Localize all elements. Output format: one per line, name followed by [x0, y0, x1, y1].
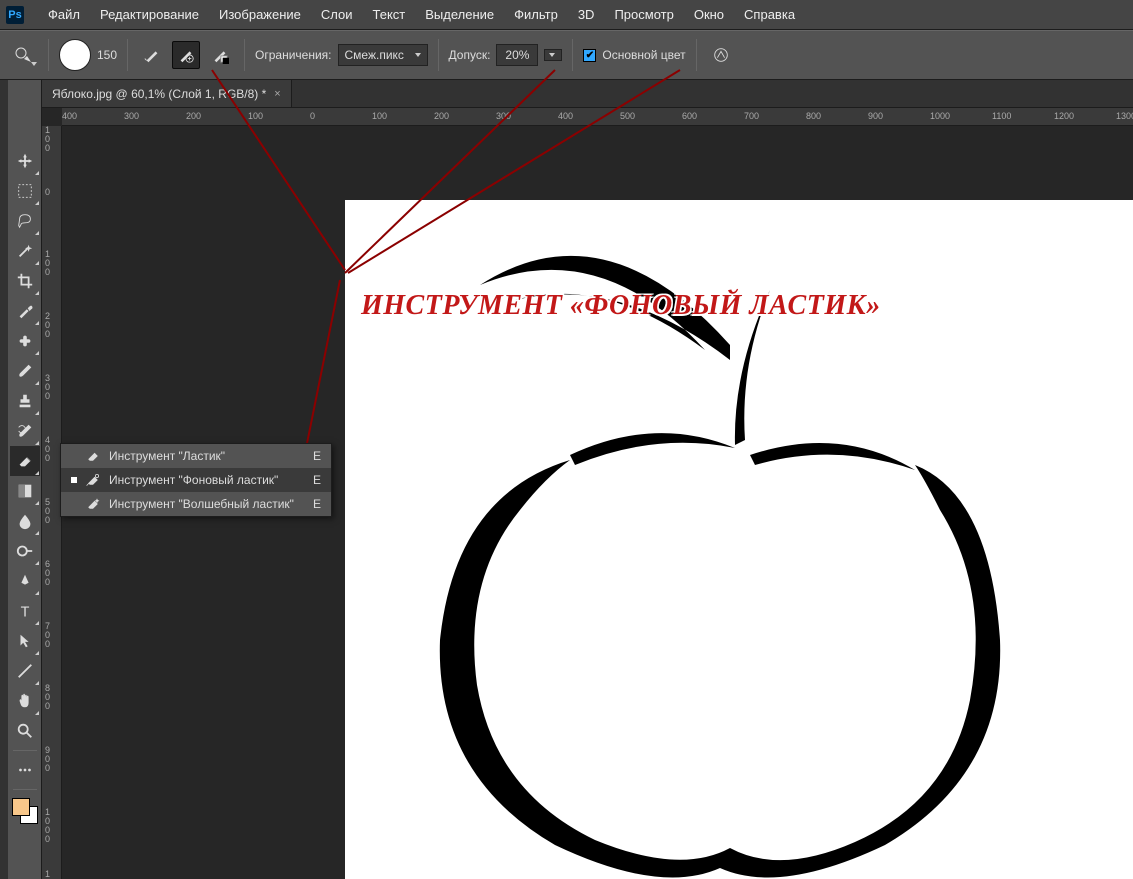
brush-preview[interactable] [59, 39, 91, 71]
menu-view[interactable]: Просмотр [604, 3, 683, 26]
sample-swatch-icon[interactable] [206, 41, 234, 69]
tab-bar: Яблоко.jpg @ 60,1% (Слой 1, RGB/8) * × [42, 80, 1133, 108]
marquee-tool[interactable] [10, 176, 40, 206]
menu-image[interactable]: Изображение [209, 3, 311, 26]
move-tool[interactable] [10, 146, 40, 176]
protect-fg-label: Основной цвет [602, 48, 685, 62]
brush-tool[interactable] [10, 356, 40, 386]
limits-label: Ограничения: [255, 48, 331, 62]
tool-preset-picker[interactable] [8, 40, 38, 70]
tab-title: Яблоко.jpg @ 60,1% (Слой 1, RGB/8) * [52, 87, 266, 101]
zoom-tool[interactable] [10, 716, 40, 746]
document-tab[interactable]: Яблоко.jpg @ 60,1% (Слой 1, RGB/8) * × [42, 80, 292, 107]
crop-tool[interactable] [10, 266, 40, 296]
pen-tool[interactable] [10, 566, 40, 596]
ruler-vertical: 1 0 001 0 02 0 03 0 04 0 05 0 06 0 07 0 … [42, 126, 62, 879]
menu-file[interactable]: Файл [38, 3, 90, 26]
app-logo: Ps [6, 6, 24, 24]
edit-toolbar[interactable] [10, 755, 40, 785]
eraser-flyout-menu: Инструмент "Ластик" E Инструмент "Фоновы… [60, 443, 332, 517]
eyedropper-tool[interactable] [10, 296, 40, 326]
menu-select[interactable]: Выделение [415, 3, 504, 26]
lasso-tool[interactable] [10, 206, 40, 236]
flyout-magic-eraser[interactable]: Инструмент "Волшебный ластик" E [61, 492, 331, 516]
tolerance-input[interactable]: 20% [496, 44, 538, 66]
flyout-eraser[interactable]: Инструмент "Ластик" E [61, 444, 331, 468]
blur-tool[interactable] [10, 506, 40, 536]
hand-tool[interactable] [10, 686, 40, 716]
limits-select[interactable]: Смеж.пикс [338, 44, 428, 66]
dodge-tool[interactable] [10, 536, 40, 566]
ruler-horizontal: 4003002001000100200300400500600700800900… [62, 108, 1133, 126]
magic-wand-tool[interactable] [10, 236, 40, 266]
menu-help[interactable]: Справка [734, 3, 805, 26]
annotation-text: ИНСТРУМЕНТ «ФОНОВЫЙ ЛАСТИК» [361, 290, 881, 322]
menu-3d[interactable]: 3D [568, 3, 605, 26]
menu-filter[interactable]: Фильтр [504, 3, 568, 26]
type-tool[interactable]: T [10, 596, 40, 626]
history-brush-tool[interactable] [10, 416, 40, 446]
healing-tool[interactable] [10, 326, 40, 356]
stamp-tool[interactable] [10, 386, 40, 416]
menu-text[interactable]: Текст [363, 3, 416, 26]
shape-tool[interactable] [10, 656, 40, 686]
sample-continuous-icon[interactable] [138, 41, 166, 69]
gradient-tool[interactable] [10, 476, 40, 506]
menu-edit[interactable]: Редактирование [90, 3, 209, 26]
options-bar: 150 Ограничения: Смеж.пикс Допуск: 20% ✔… [0, 30, 1133, 80]
tolerance-drop[interactable] [544, 49, 562, 61]
path-select-tool[interactable] [10, 626, 40, 656]
flyout-bg-eraser[interactable]: Инструмент "Фоновый ластик" E [61, 468, 331, 492]
protect-fg-checkbox[interactable]: ✔ [583, 49, 596, 62]
brush-size-value: 150 [97, 48, 117, 62]
menu-layers[interactable]: Слои [311, 3, 363, 26]
tolerance-label: Допуск: [449, 48, 491, 62]
toolbar: T [8, 80, 42, 879]
fg-color-swatch[interactable] [12, 798, 30, 816]
sample-once-icon[interactable] [172, 41, 200, 69]
tab-close-icon[interactable]: × [274, 88, 280, 100]
menubar: Ps Файл Редактирование Изображение Слои … [0, 0, 1133, 30]
pressure-icon[interactable] [707, 41, 735, 69]
menu-window[interactable]: Окно [684, 3, 734, 26]
color-swatches[interactable] [12, 798, 38, 824]
svg-text:T: T [20, 604, 29, 620]
apple-drawing [395, 230, 1045, 879]
eraser-tool[interactable] [10, 446, 40, 476]
